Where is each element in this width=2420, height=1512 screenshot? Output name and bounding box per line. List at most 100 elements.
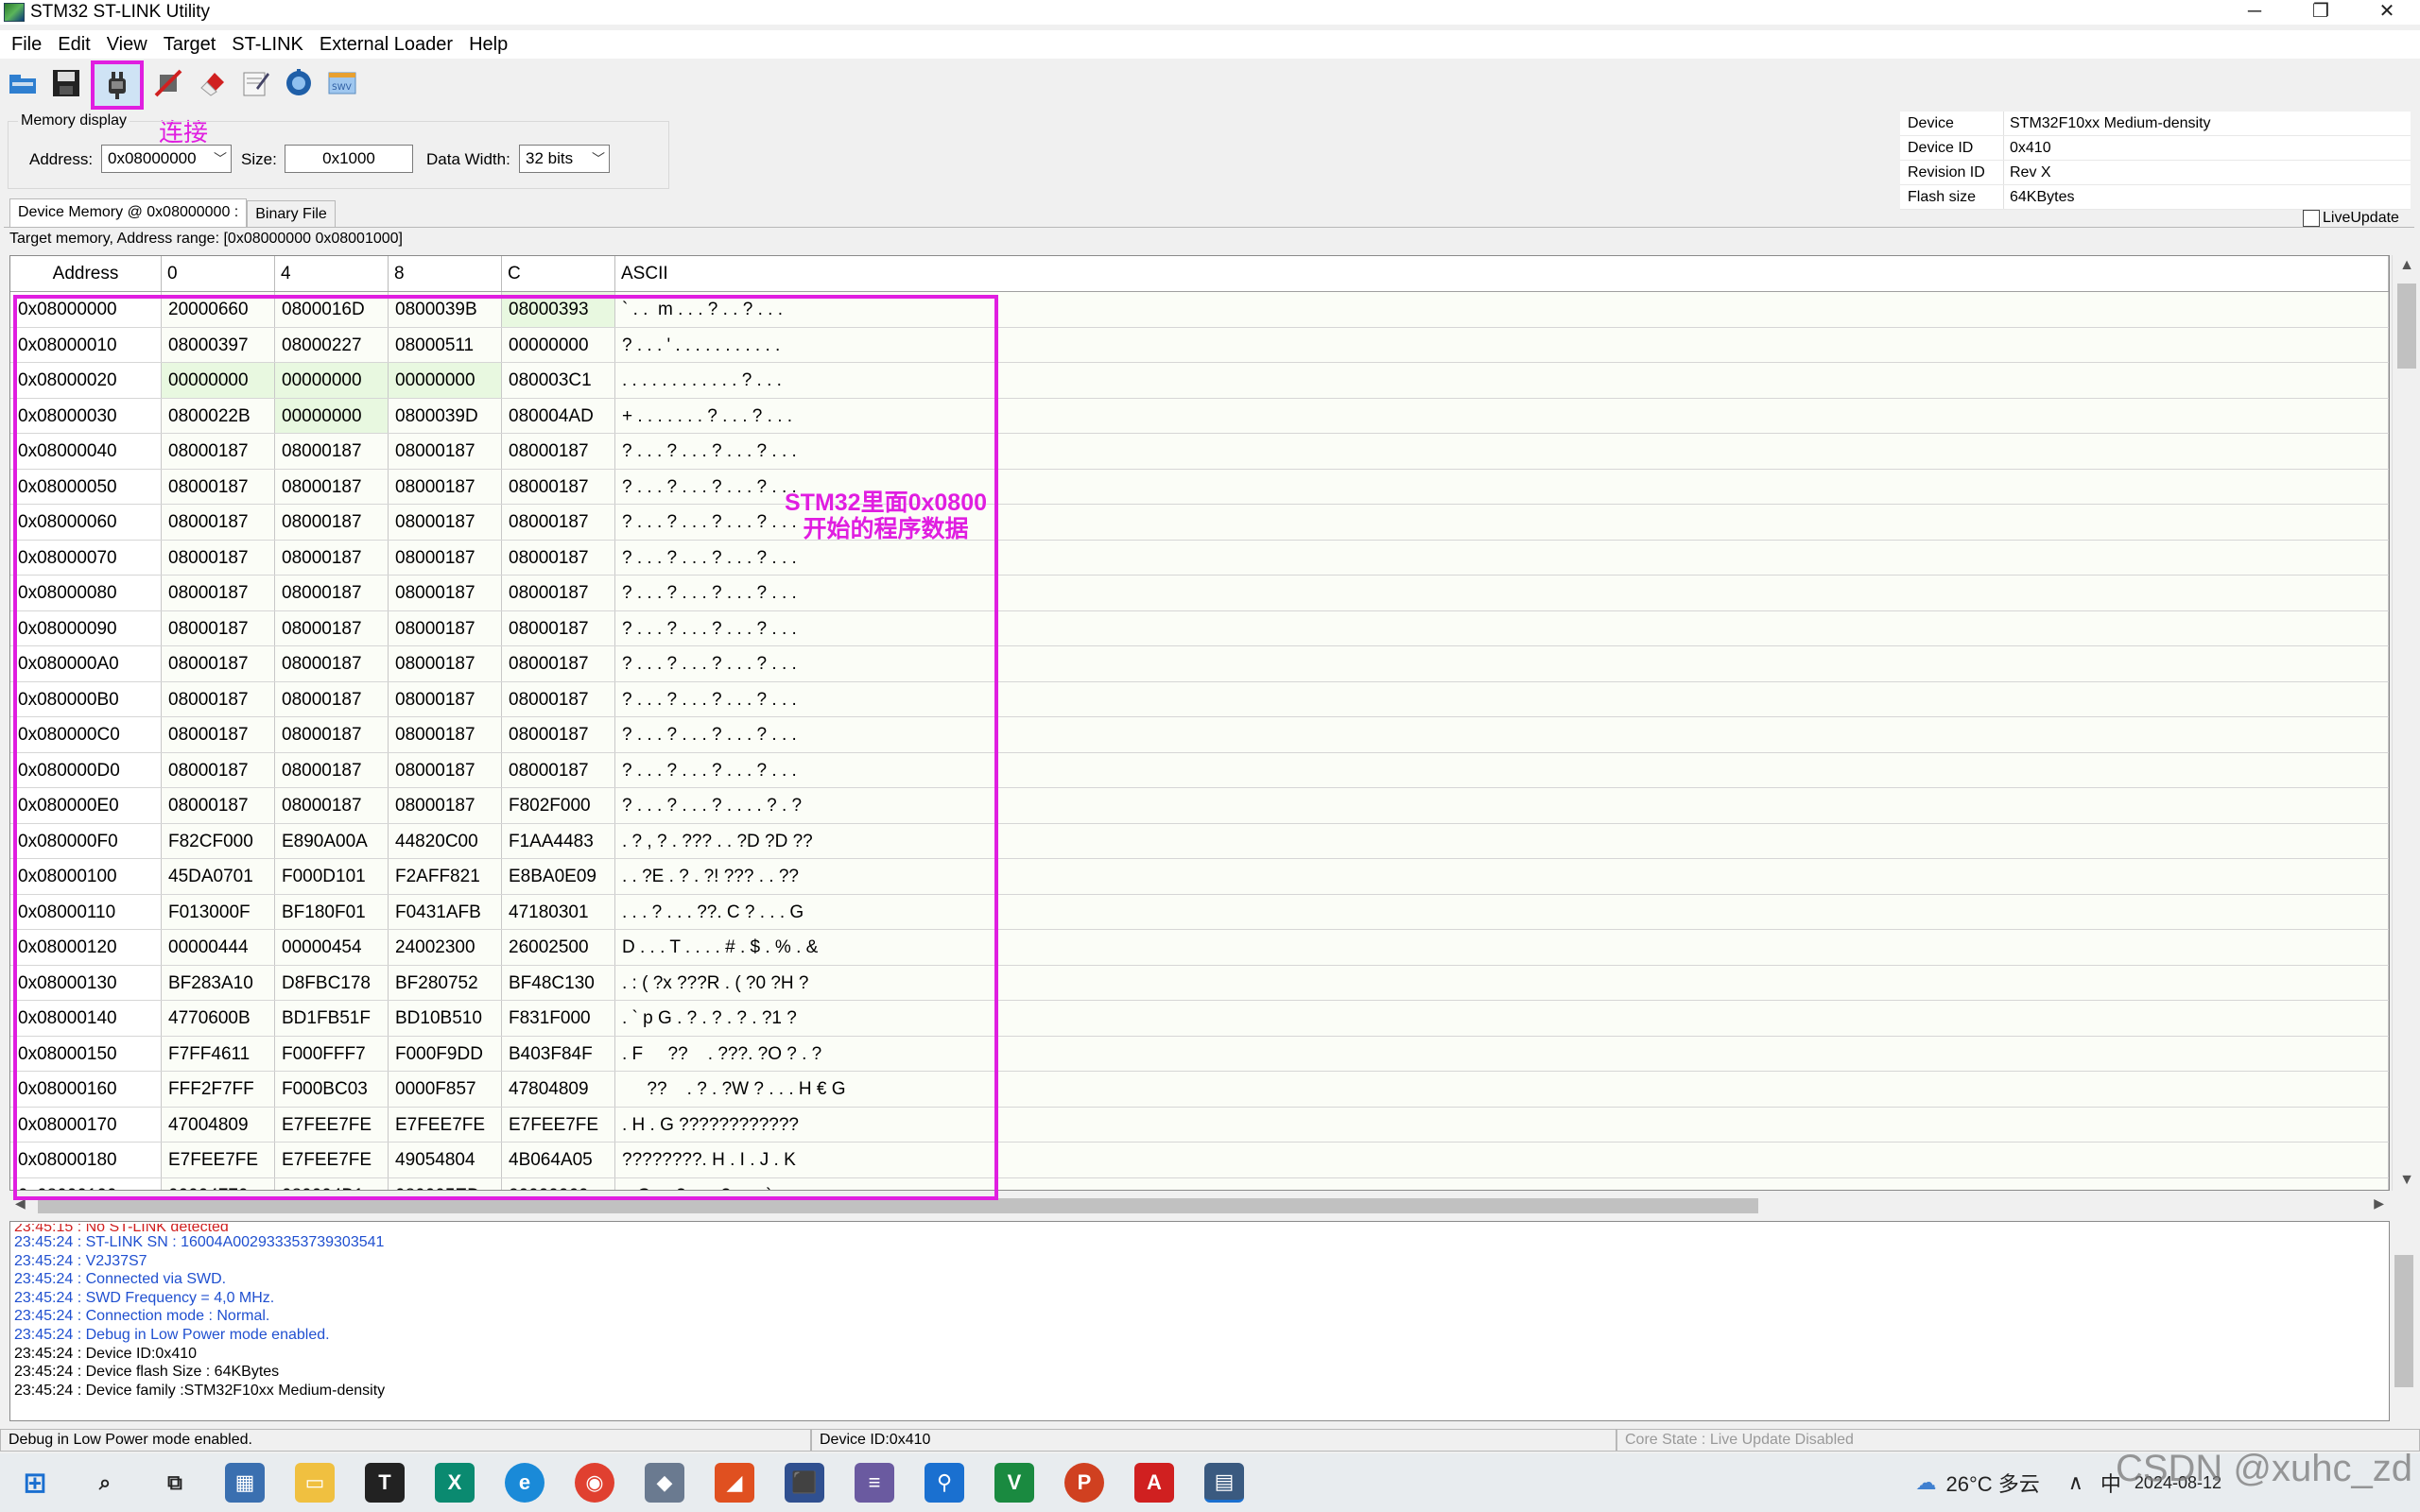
log-scrollbar[interactable] (2390, 1221, 2418, 1421)
address-cell[interactable]: 0x08000110 (10, 894, 162, 929)
word-cell[interactable]: 08000187 (275, 434, 389, 469)
memory-table[interactable]: Address 0 4 8 C ASCII 0x08000000 20000660… (9, 255, 2390, 1191)
menu-external-loader[interactable]: External Loader (320, 34, 453, 56)
word-cell[interactable]: 20000660 (162, 292, 275, 327)
word-cell[interactable]: F000BC03 (275, 1072, 389, 1107)
word-cell[interactable]: 08000187 (502, 681, 615, 716)
acrobat-icon[interactable]: A (1134, 1463, 1174, 1503)
table-row[interactable]: 0x08000050 08000187 08000187 08000187 080001… (10, 469, 2389, 505)
word-cell[interactable]: 49054804 (389, 1143, 502, 1177)
word-cell[interactable]: 08000187 (389, 717, 502, 752)
word-cell[interactable]: F0431AFB (389, 894, 502, 929)
address-cell[interactable]: 0x080000A0 (10, 646, 162, 681)
table-row[interactable]: 0x08000080 08000187 08000187 08000187 080001… (10, 576, 2389, 611)
word-cell[interactable]: F802F000 (502, 788, 615, 823)
word-cell[interactable]: 08000187 (502, 469, 615, 504)
word-cell[interactable]: 00000000 (162, 363, 275, 398)
table-row[interactable]: 0x0800019000004770080004B1080005ED200000… (10, 1177, 2389, 1190)
column-header-4[interactable]: 4 (275, 256, 389, 291)
task-view-icon[interactable]: ⧉ (155, 1463, 195, 1503)
word-cell[interactable]: BD1FB51F (275, 1001, 389, 1036)
table-row[interactable]: 0x08000020 00000000 00000000 00000000 080003… (10, 363, 2389, 399)
word-cell[interactable]: E890A00A (275, 823, 389, 858)
address-cell[interactable]: 0x080000E0 (10, 788, 162, 823)
word-cell[interactable]: 00000000 (502, 327, 615, 362)
word-cell[interactable]: 08000187 (162, 681, 275, 716)
word-cell[interactable]: 08000227 (275, 327, 389, 362)
word-cell[interactable]: 45DA0701 (162, 859, 275, 894)
column-header-ascii[interactable]: ASCII (615, 256, 2389, 291)
table-row[interactable]: 0x08000170 47004809 E7FEE7FE E7FEE7FE E7FEE7… (10, 1107, 2389, 1143)
word-cell[interactable]: 08000187 (162, 646, 275, 681)
ascii-cell[interactable]: ? . . . ? . . . ? . . . ? . . . (615, 717, 2389, 752)
erase-icon[interactable] (193, 64, 231, 102)
close-button[interactable]: ✕ (2354, 0, 2420, 25)
word-cell[interactable]: 080004B1 (275, 1177, 389, 1190)
chevron-up-icon[interactable]: ∧ (2068, 1470, 2083, 1495)
word-cell[interactable]: 44820C00 (389, 823, 502, 858)
table-row[interactable]: 0x08000160 FFF2F7FF F000BC03 0000F857 478048… (10, 1072, 2389, 1108)
word-cell[interactable]: 00004770 (162, 1177, 275, 1190)
address-cell[interactable]: 0x08000050 (10, 469, 162, 504)
address-cell[interactable]: 0x08000180 (10, 1143, 162, 1177)
address-cell[interactable]: 0x080000F0 (10, 823, 162, 858)
ascii-cell[interactable]: + . . . . . . . ? . . . ? . . . (615, 398, 2389, 433)
word-cell[interactable]: D8FBC178 (275, 965, 389, 1000)
file-explorer-icon[interactable]: ▭ (295, 1463, 335, 1503)
ascii-cell[interactable]: . . ?E . ? . ?! ??? . . ?? (615, 859, 2389, 894)
scroll-right-icon[interactable]: ▶ (2374, 1195, 2384, 1211)
word-cell[interactable]: 08000511 (389, 327, 502, 362)
word-cell[interactable]: 08000187 (275, 788, 389, 823)
word-cell[interactable]: 08000187 (389, 540, 502, 575)
word-cell[interactable]: 08000187 (389, 505, 502, 540)
word-cell[interactable]: F000F9DD (389, 1036, 502, 1071)
table-row[interactable]: 0x08000120 00000444 00000454 24002300 260025… (10, 930, 2389, 966)
word-cell[interactable]: F1AA4483 (502, 823, 615, 858)
column-header-address[interactable]: Address (10, 256, 162, 291)
checkbox-box[interactable] (2303, 210, 2320, 227)
word-cell[interactable]: 08000187 (162, 434, 275, 469)
ascii-cell[interactable]: ? . . . ? . . . ? . . . ? . . . (615, 434, 2389, 469)
address-cell[interactable]: 0x08000000 (10, 292, 162, 327)
calculator-icon[interactable]: ▦ (225, 1463, 265, 1503)
mcu-core-icon[interactable] (280, 64, 318, 102)
word-cell[interactable]: 08000187 (389, 646, 502, 681)
table-row[interactable]: 0x08000000 20000660 0800016D 0800039B 080003… (10, 292, 2389, 328)
windows-start-icon[interactable]: ⊞ (15, 1463, 55, 1503)
ascii-cell[interactable]: . . . ? . . . ??. C ? . . . G (615, 894, 2389, 929)
table-row[interactable]: 0x08000010 08000397 08000227 08000511 000000… (10, 327, 2389, 363)
word-cell[interactable]: 0800022B (162, 398, 275, 433)
ascii-cell[interactable]: . H . G ???????????? (615, 1107, 2389, 1142)
word-cell[interactable]: F831F000 (502, 1001, 615, 1036)
word-cell[interactable]: 08000187 (275, 576, 389, 610)
table-row[interactable]: 0x08000180 E7FEE7FE E7FEE7FE 49054804 4B064A… (10, 1143, 2389, 1178)
word-cell[interactable]: 47804809 (502, 1072, 615, 1107)
word-cell[interactable]: 08000187 (389, 434, 502, 469)
search-icon[interactable]: ⌕ (85, 1463, 125, 1503)
word-cell[interactable]: 08000187 (502, 505, 615, 540)
scroll-thumb[interactable] (2397, 284, 2416, 369)
word-cell[interactable]: E7FEE7FE (389, 1107, 502, 1142)
ascii-cell[interactable]: . F ?? . ???. ?O ? . ? (615, 1036, 2389, 1071)
word-cell[interactable]: 24002300 (389, 930, 502, 965)
ascii-cell[interactable]: ? . . . ? . . . ? . . . ? . . . (615, 646, 2389, 681)
word-cell[interactable]: 47004809 (162, 1107, 275, 1142)
word-cell[interactable]: 08000187 (502, 576, 615, 610)
scroll-down-icon[interactable]: ▼ (2393, 1172, 2420, 1189)
address-cell[interactable]: 0x08000140 (10, 1001, 162, 1036)
word-cell[interactable]: 4770600B (162, 1001, 275, 1036)
ascii-cell[interactable]: ? . . . ? . . . ? . . . ? . . . (615, 576, 2389, 610)
word-cell[interactable]: 08000187 (162, 505, 275, 540)
word-cell[interactable]: 08000187 (162, 788, 275, 823)
word-cell[interactable]: 08000187 (162, 717, 275, 752)
word-cell[interactable]: 08000187 (275, 681, 389, 716)
word-cell[interactable]: 08000187 (162, 752, 275, 787)
table-row[interactable]: 0x08000140 4770600B BD1FB51F BD10B510 F831F0… (10, 1001, 2389, 1037)
table-row[interactable]: 0x080000E0 08000187 08000187 08000187 F802F0… (10, 788, 2389, 824)
ascii-cell[interactable]: ? . . . ? . . . ? . . . . ? . ? (615, 788, 2389, 823)
menu-target[interactable]: Target (164, 34, 216, 56)
address-cell[interactable]: 0x08000020 (10, 363, 162, 398)
address-combo[interactable]: 0x08000000 ﹀ (101, 145, 232, 173)
table-row[interactable]: 0x080000B0 08000187 08000187 08000187 080001… (10, 681, 2389, 717)
weather-text[interactable]: 26°C 多云 (1946, 1468, 2040, 1498)
